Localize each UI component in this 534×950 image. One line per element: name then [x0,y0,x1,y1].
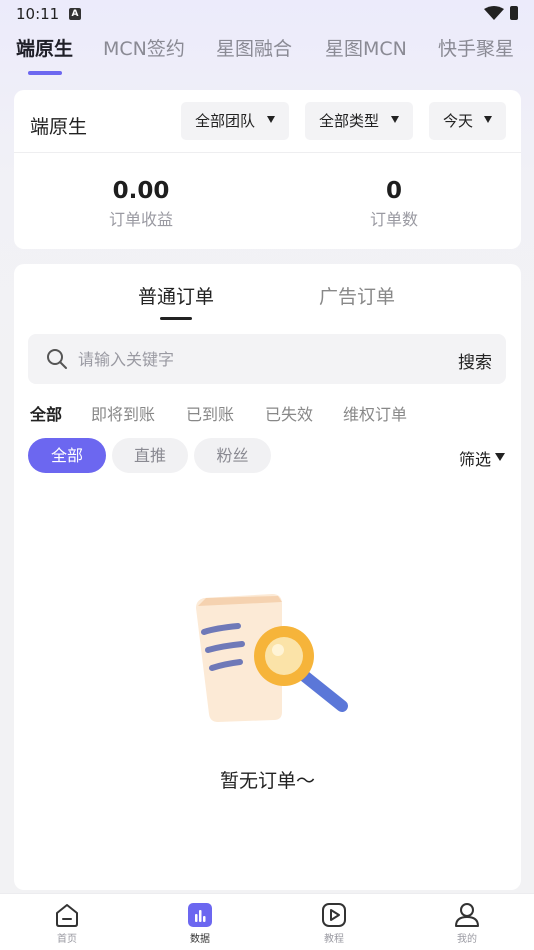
active-tab-indicator [28,71,62,75]
tab-normal-orders[interactable]: 普通订单 [138,282,214,309]
caret-down-icon [391,116,399,123]
status-time: 10:11 [16,5,60,23]
top-tab-mcn-signing[interactable]: MCN签约 [103,34,185,61]
user-icon [455,903,479,927]
top-tab-xingtu-mcn[interactable]: 星图MCN [325,34,407,61]
team-dropdown[interactable]: 全部团队 [181,102,289,140]
nav-home-label: 首页 [57,934,77,945]
status-bar: 10:11 A [0,0,534,28]
home-icon [56,904,78,927]
caret-down-icon [495,453,505,461]
empty-state-text: 暂无订单～ [219,770,315,792]
wifi-icon [484,6,504,20]
order-count-label: 订单数 [369,210,418,229]
type-dropdown[interactable]: 全部类型 [305,102,413,140]
filter-button[interactable]: 筛选 [459,446,505,470]
nav-data[interactable]: 数据 [170,902,230,945]
nav-mine[interactable]: 我的 [437,902,497,945]
filter-label: 筛选 [458,450,491,469]
date-dropdown-label: 今天 [443,112,474,130]
nav-home[interactable]: 首页 [37,902,97,945]
summary-card: 端原生 全部团队 全部类型 今天 0.00 订单收益 0 订单数 [14,90,521,249]
status-filter-all[interactable]: 全部 [30,401,62,425]
top-tabs: 端原生 MCN签约 星图融合 星图MCN 快手聚星 [0,34,534,78]
order-revenue-label: 订单收益 [108,210,173,229]
caret-down-icon [267,116,275,123]
nav-data-label: 数据 [190,934,210,945]
date-dropdown[interactable]: 今天 [429,102,506,140]
order-revenue-stat: 0.00 订单收益 [91,178,191,230]
status-filter-rights[interactable]: 维权订单 [343,401,407,425]
chip-all[interactable]: 全部 [28,438,106,473]
nav-mine-label: 我的 [457,934,477,945]
orders-card: 普通订单 广告订单 搜索 全部 即将到账 已到账 已失效 维权订单 全部 直推 … [14,264,521,890]
chip-fans[interactable]: 粉丝 [194,438,271,473]
search-bar: 搜索 [28,334,506,384]
order-revenue-value: 0.00 [112,178,170,204]
team-dropdown-label: 全部团队 [195,112,256,130]
status-filter-pending[interactable]: 即将到账 [91,401,155,425]
status-filter-expired[interactable]: 已失效 [265,401,313,425]
order-tab-indicator [160,317,192,320]
notification-icon: A [69,8,81,20]
nav-tutorial[interactable]: 教程 [304,902,364,945]
type-dropdown-label: 全部类型 [319,112,380,130]
order-count-stat: 0 订单数 [344,178,444,230]
battery-icon [510,6,518,20]
play-icon [322,903,346,927]
bottom-nav: 首页 数据 教程 我的 [0,893,534,950]
caret-down-icon [484,116,492,123]
top-tab-duanyuansheng[interactable]: 端原生 [16,34,73,61]
search-icon [47,349,67,369]
divider [14,152,521,153]
tab-ad-orders[interactable]: 广告订单 [319,282,395,309]
chart-icon [188,903,212,927]
search-input[interactable] [78,334,438,384]
search-button[interactable]: 搜索 [458,348,492,373]
summary-title: 端原生 [30,116,88,138]
top-tab-kuaishou-juxing[interactable]: 快手聚星 [438,34,514,61]
status-filter-received[interactable]: 已到账 [186,401,234,425]
top-tab-xingtu-fusion[interactable]: 星图融合 [216,34,292,61]
chip-direct[interactable]: 直推 [112,438,188,473]
nav-tutorial-label: 教程 [324,934,344,945]
order-count-value: 0 [385,178,402,204]
empty-orders-illustration [196,594,348,722]
